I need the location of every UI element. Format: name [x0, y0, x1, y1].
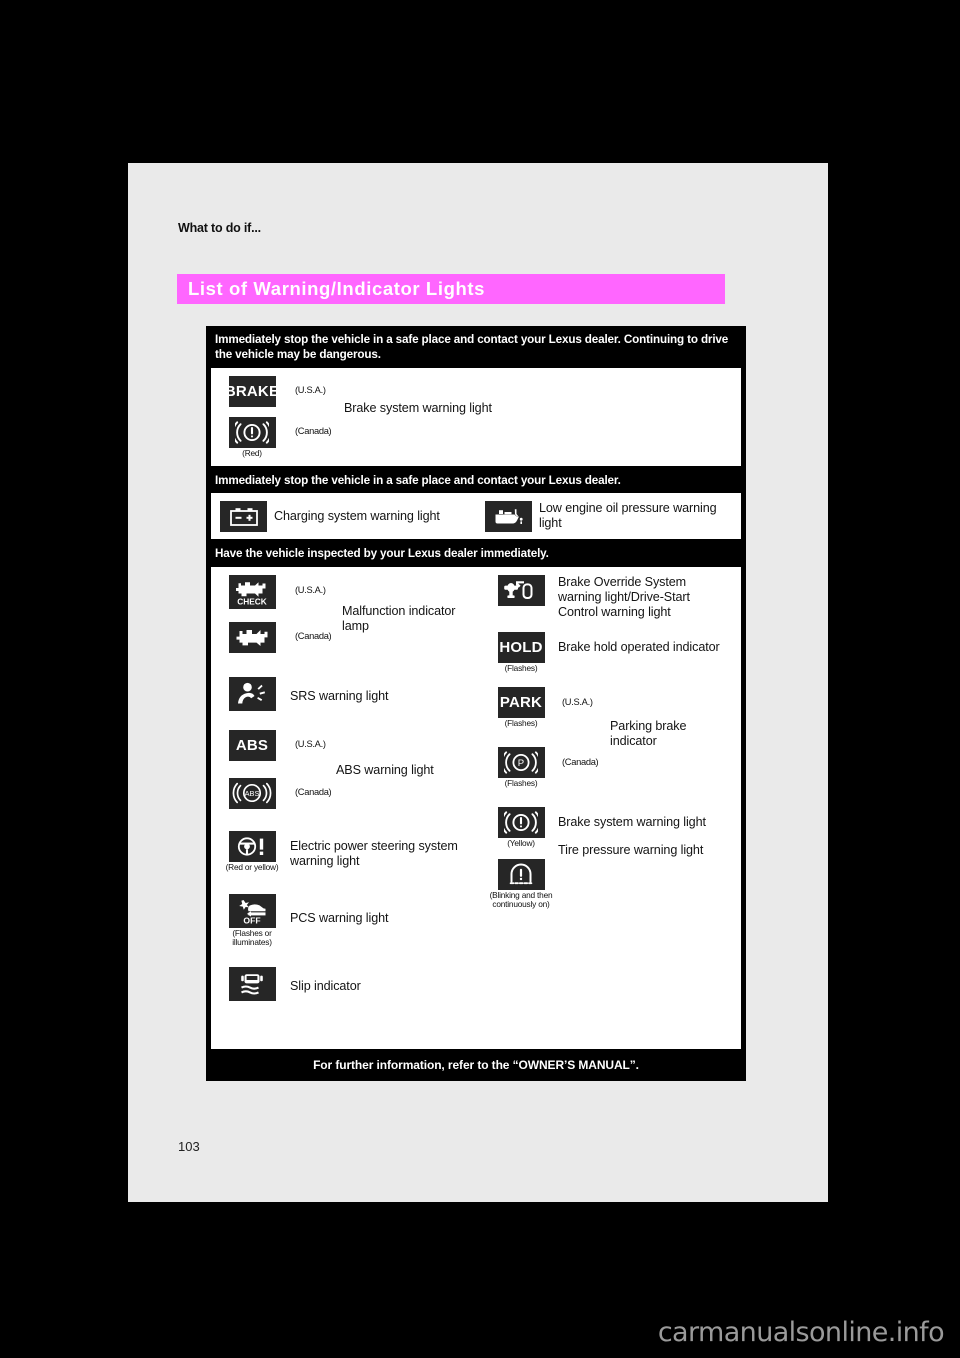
- svg-text:OFF: OFF: [243, 915, 260, 924]
- group-header-3: Have the vehicle inspected by your Lexus…: [215, 547, 549, 561]
- row-charging-system: Charging system warning light: [211, 500, 476, 532]
- icon-cell-abs-canada: ABS: [220, 777, 284, 809]
- park-text-icon-label: PARK: [499, 693, 543, 711]
- pcs-off-icon: OFF: [228, 893, 276, 928]
- park-text-icon: PARK: [497, 686, 545, 718]
- region-label-usa-abs: (U.S.A.): [295, 738, 326, 749]
- slip-indicator-icon: [228, 966, 276, 1001]
- brake-circle-icon: [497, 806, 545, 838]
- icon-cell-srs: [220, 676, 284, 711]
- running-head: What to do if...: [178, 221, 261, 235]
- icon-cell-mil-canada: [220, 621, 284, 653]
- steering-wheel-icon: [228, 830, 276, 862]
- site-watermark: carmanualsonline.info: [657, 1317, 945, 1348]
- brake-text-icon-label: BRAKE: [228, 382, 276, 400]
- oil-can-icon: [485, 500, 532, 532]
- icon-sub-label-flashes-park-usa: (Flashes): [504, 717, 538, 728]
- description-brake-hold: Brake hold operated indicator: [558, 639, 720, 654]
- description-brake-system-warning-yellow: Brake system warning light: [558, 814, 706, 829]
- group-body-3: CHECK (U.S.A.) (Canada) Malfunction indi…: [211, 566, 741, 1049]
- icon-sub-label-red: (Red): [242, 447, 262, 458]
- abs-circle-icon: ABS: [228, 777, 276, 809]
- svg-text:P: P: [518, 758, 524, 769]
- description-low-oil-pressure: Low engine oil pressure warning light: [539, 500, 717, 531]
- description-pcs-warning: PCS warning light: [290, 910, 389, 925]
- icon-cell-brake-usa: BRAKE: [220, 375, 284, 407]
- group-header-2: Immediately stop the vehicle in a safe p…: [215, 473, 621, 487]
- srs-airbag-icon: [228, 676, 276, 711]
- icon-cell-eps: (Red or yellow): [220, 830, 284, 872]
- icon-cell-mil-usa: CHECK: [220, 574, 284, 609]
- description-abs-warning: ABS warning light: [336, 762, 434, 777]
- footer-note: For further information, refer to the “O…: [313, 1057, 639, 1072]
- engine-check-icon: CHECK: [228, 574, 276, 609]
- region-label-canada-abs: (Canada): [295, 786, 332, 797]
- group-header-1: Immediately stop the vehicle in a safe p…: [215, 333, 729, 362]
- description-eps-warning: Electric power steering system warning l…: [290, 838, 458, 869]
- description-brake-override: Brake Override System warning light/Driv…: [558, 574, 690, 620]
- icon-sub-label-flashes-park-canada: (Flashes): [504, 777, 538, 788]
- icon-cell-brake-override: [489, 574, 553, 606]
- region-label-usa-mil: (U.S.A.): [295, 584, 326, 595]
- abs-text-icon-label: ABS: [235, 736, 269, 754]
- description-brake-system-warning: Brake system warning light: [344, 400, 492, 415]
- icon-cell-pcs: OFF (Flashes or illuminates): [220, 893, 284, 948]
- icon-sub-label-flashes-or-illuminates: (Flashes or illuminates): [232, 927, 272, 948]
- tire-pressure-icon: [497, 858, 545, 890]
- region-label-canada-brake: (Canada): [295, 425, 332, 436]
- description-tire-pressure-warning: Tire pressure warning light: [558, 842, 704, 857]
- warning-indicator-lights-table: Immediately stop the vehicle in a safe p…: [206, 326, 746, 1081]
- section-title-bar: List of Warning/Indicator Lights: [177, 274, 725, 304]
- manual-page-sheet: What to do if... List of Warning/Indicat…: [128, 163, 828, 1202]
- abs-text-icon: ABS: [228, 729, 276, 761]
- icon-cell-park-canada: P (Flashes): [489, 746, 553, 788]
- brake-circle-icon: [228, 416, 276, 448]
- description-slip-indicator: Slip indicator: [290, 978, 361, 993]
- engine-icon: [228, 621, 276, 653]
- group-body-1: BRAKE (U.S.A.) (Red) (Canada) Brake syst…: [211, 367, 741, 466]
- icon-sub-label-yellow: (Yellow): [507, 837, 535, 848]
- svg-text:ABS: ABS: [245, 789, 260, 798]
- battery-icon: [220, 500, 267, 532]
- icon-cell-abs-usa: ABS: [220, 729, 284, 761]
- icon-cell-brake-hold: HOLD (Flashes): [489, 631, 553, 673]
- brake-override-icon: [497, 574, 545, 606]
- icon-cell-tire-pressure: (Blinking and then continuously on): [489, 858, 553, 910]
- page-title: List of Warning/Indicator Lights: [188, 278, 486, 299]
- icon-sub-label-red-or-yellow: (Red or yellow): [225, 861, 279, 872]
- icon-sub-label-flashes-hold: (Flashes): [504, 662, 538, 673]
- icon-cell-brake-yellow: (Yellow): [489, 806, 553, 848]
- hold-text-icon-label: HOLD: [499, 638, 543, 656]
- page-number: 103: [178, 1139, 200, 1154]
- description-parking-brake-indicator: Parking brake indicator: [610, 718, 687, 749]
- description-charging-system: Charging system warning light: [274, 508, 440, 523]
- region-label-usa-brake: (U.S.A.): [295, 384, 326, 395]
- icon-sub-label-blinking-then-continuously-on: (Blinking and then continuously on): [489, 889, 553, 910]
- description-srs-warning: SRS warning light: [290, 688, 389, 703]
- row-low-oil-pressure: Low engine oil pressure warning light: [476, 500, 741, 532]
- description-malfunction-indicator-lamp: Malfunction indicator lamp: [342, 603, 456, 634]
- group-body-2: Charging system warning light Low engine…: [211, 493, 741, 540]
- hold-text-icon: HOLD: [497, 631, 545, 663]
- icon-cell-park-usa: PARK (Flashes): [489, 686, 553, 728]
- region-label-canada-park: (Canada): [562, 756, 599, 767]
- icon-cell-brake-canada: (Red): [220, 416, 284, 458]
- region-label-usa-park: (U.S.A.): [562, 696, 593, 707]
- region-label-canada-mil: (Canada): [295, 630, 332, 641]
- park-circle-icon: P: [497, 746, 545, 778]
- svg-text:CHECK: CHECK: [237, 596, 267, 606]
- brake-text-icon: BRAKE: [228, 375, 276, 407]
- icon-cell-slip: [220, 966, 284, 1001]
